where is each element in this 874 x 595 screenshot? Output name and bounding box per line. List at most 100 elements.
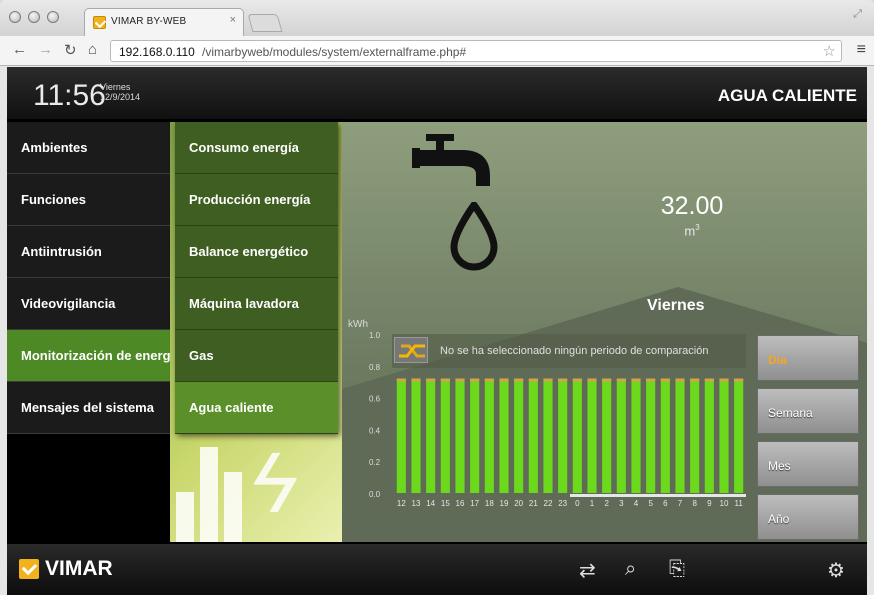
chart-bar <box>426 378 436 493</box>
bookmark-star-icon[interactable]: ☆ <box>823 42 836 60</box>
chart-bar <box>499 378 509 493</box>
chart-bar-cap <box>660 378 670 382</box>
chart-bar-cap <box>499 378 509 382</box>
chart-bar <box>411 378 421 493</box>
period-day-button[interactable]: Día <box>757 335 859 381</box>
chart-bar-cap <box>558 378 568 382</box>
sidebar-item-monitorizacion[interactable]: Monitorización de energía <box>7 330 170 382</box>
x-tick-label: 16 <box>456 499 465 508</box>
back-arrow-icon[interactable]: ← <box>12 41 27 58</box>
period-month-button[interactable]: Mes <box>757 441 859 487</box>
clock-weekday: Viernes <box>100 82 131 92</box>
x-tick-label: 19 <box>500 499 509 508</box>
chart-bar-cap <box>440 378 450 382</box>
x-tick-label: 9 <box>707 499 712 508</box>
sidebar-item-antiintrusion[interactable]: Antiintrusión <box>7 226 170 278</box>
minimize-window-button[interactable] <box>28 11 40 23</box>
chart-bar-cap <box>734 378 744 382</box>
zoom-window-button[interactable] <box>47 11 59 23</box>
search-list-icon[interactable]: ⌕ <box>625 558 636 581</box>
chart-bar <box>396 378 406 493</box>
x-tick-label: 0 <box>575 499 580 508</box>
submenu-item-lavadora[interactable]: Máquina lavadora <box>175 278 338 330</box>
x-tick-label: 5 <box>648 499 653 508</box>
new-tab-button[interactable] <box>247 14 283 32</box>
chart-bar <box>514 378 524 493</box>
chart-bar <box>543 378 553 493</box>
submenu-item-consumo[interactable]: Consumo energía <box>175 122 338 174</box>
browser-menu-icon[interactable]: ≡ <box>857 41 866 59</box>
submenu-item-agua-caliente[interactable]: Agua caliente <box>175 382 338 434</box>
browser-tab[interactable]: VIMAR BY-WEB × <box>84 8 244 36</box>
url-path: /vimarbyweb/modules/system/externalframe… <box>202 45 467 59</box>
chart-bar <box>675 378 685 493</box>
x-tick-label: 17 <box>470 499 479 508</box>
close-window-button[interactable] <box>9 11 21 23</box>
chart-bar-cap <box>572 378 582 382</box>
brand-logo: VIMAR <box>45 557 113 580</box>
sidebar-item-videovigilancia[interactable]: Videovigilancia <box>7 278 170 330</box>
chart-bar-cap <box>426 378 436 382</box>
chart-bar <box>484 378 494 493</box>
sidebar-item-ambientes[interactable]: Ambientes <box>7 122 170 174</box>
sidebar-item-funciones[interactable]: Funciones <box>7 174 170 226</box>
submenu-item-produccion[interactable]: Producción energía <box>175 174 338 226</box>
x-tick-label: 8 <box>692 499 697 508</box>
chart-bar-cap <box>484 378 494 382</box>
submenu-item-gas[interactable]: Gas <box>175 330 338 382</box>
address-bar[interactable]: 192.168.0.110 /vimarbyweb/modules/system… <box>110 40 842 62</box>
chart-bar-cap <box>690 378 700 382</box>
chart-bar-cap <box>543 378 553 382</box>
submenu-item-balance[interactable]: Balance energético <box>175 226 338 278</box>
chart-bar <box>704 378 714 493</box>
x-tick-label: 3 <box>619 499 624 508</box>
period-week-button[interactable]: Semana <box>757 388 859 434</box>
chart-bar <box>558 378 568 493</box>
period-year-button[interactable]: Año <box>757 494 859 540</box>
forward-arrow-icon[interactable]: → <box>38 41 53 58</box>
current-day-underline <box>570 494 746 497</box>
main-panel: 32.00 m3 Viernes kWh 0.0 0.2 0.4 0.6 0.8 1.0 12… <box>342 122 867 542</box>
comparison-text: No se ha seleccionado ningún periodo de … <box>440 345 709 357</box>
fullscreen-icon[interactable]: ⤢ <box>853 8 862 21</box>
y-axis-label: kWh <box>348 319 368 330</box>
reload-icon[interactable]: ↻ <box>64 41 77 59</box>
chart-bar-cap <box>587 378 597 382</box>
chart-bar <box>572 378 582 493</box>
browser-toolbar: ← → ↻ ⌂ 192.168.0.110 /vimarbyweb/module… <box>0 36 874 66</box>
chart-bar-cap <box>455 378 465 382</box>
y-tick-label: 1.0 <box>369 331 381 340</box>
comparison-notice: No se ha seleccionado ningún periodo de … <box>392 334 746 368</box>
chart-bar <box>602 378 612 493</box>
chart-bar <box>587 378 597 493</box>
vimar-favicon-icon <box>93 16 106 29</box>
chart-bar <box>528 378 538 493</box>
page-title: AGUA CALIENTE <box>717 86 857 105</box>
x-tick-label: 7 <box>678 499 683 508</box>
tab-close-icon[interactable]: × <box>230 14 236 26</box>
chart-bar-cap <box>631 378 641 382</box>
chart-bar <box>470 378 480 493</box>
x-tick-label: 2 <box>604 499 609 508</box>
vimar-logo-icon <box>19 559 39 579</box>
sidebar-item-mensajes[interactable]: Mensajes del sistema <box>7 382 170 434</box>
chart-bar-cap <box>719 378 729 382</box>
x-tick-label: 13 <box>412 499 421 508</box>
faucet-icon <box>412 134 490 186</box>
chart-bar <box>631 378 641 493</box>
x-tick-label: 21 <box>529 499 538 508</box>
y-tick-label: 0.2 <box>369 458 381 467</box>
vimar-app: 11:56 Viernes 12/9/2014 AGUA CALIENTE Am… <box>7 67 867 595</box>
comparison-icon[interactable] <box>394 337 428 363</box>
chart-bar-cap <box>514 378 524 382</box>
export-document-icon[interactable]: ⎘ <box>669 558 685 581</box>
chart-bar <box>719 378 729 493</box>
x-tick-label: 10 <box>720 499 729 508</box>
consumption-reading: 32.00 <box>660 192 724 220</box>
energy-flow-icon[interactable]: ⇄ <box>579 558 596 583</box>
x-tick-label: 22 <box>544 499 553 508</box>
home-icon[interactable]: ⌂ <box>88 41 97 58</box>
chart-bar <box>660 378 670 493</box>
settings-gear-icon[interactable]: ⚙ <box>827 558 845 583</box>
app-header: 11:56 Viernes 12/9/2014 AGUA CALIENTE <box>7 67 867 119</box>
